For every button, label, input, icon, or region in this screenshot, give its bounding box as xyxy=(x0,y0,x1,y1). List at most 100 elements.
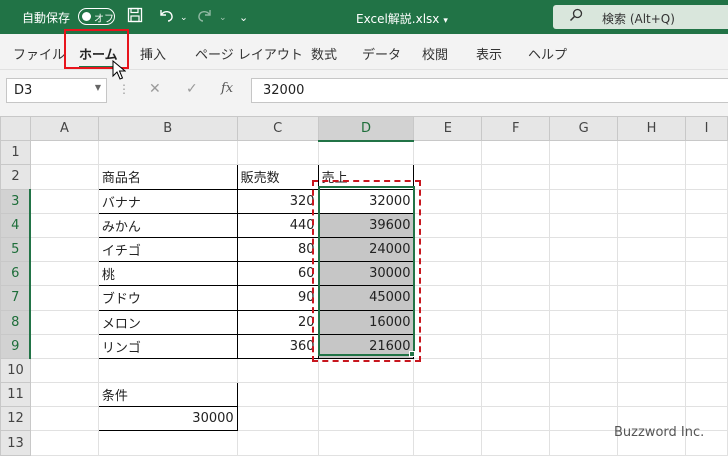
worksheet-grid[interactable]: A B C D E F G H I 1 2 商品名 販売数 売上 3 バナナ 3… xyxy=(0,115,728,460)
chevron-down-icon[interactable]: ▼ xyxy=(95,83,101,92)
table-cell[interactable]: みかん xyxy=(97,212,238,238)
table-cell[interactable]: 80 xyxy=(236,236,319,263)
cell[interactable] xyxy=(617,382,686,408)
cell[interactable] xyxy=(685,357,728,384)
cell[interactable] xyxy=(481,382,551,408)
cell[interactable] xyxy=(413,140,483,166)
cell[interactable] xyxy=(317,382,415,408)
cell[interactable] xyxy=(617,285,686,311)
selected-cell[interactable]: 16000 xyxy=(317,309,415,335)
row-header[interactable]: 10 xyxy=(0,357,31,384)
cell[interactable] xyxy=(236,406,319,432)
condition-label-cell[interactable]: 条件 xyxy=(97,382,238,408)
cell[interactable] xyxy=(481,164,551,190)
column-header[interactable]: F xyxy=(481,115,551,142)
cell[interactable] xyxy=(549,212,619,238)
table-cell[interactable]: 90 xyxy=(236,285,319,311)
cell[interactable] xyxy=(549,285,619,311)
cell[interactable] xyxy=(481,140,551,166)
cell[interactable] xyxy=(29,188,99,214)
cell[interactable] xyxy=(481,188,551,214)
cell[interactable] xyxy=(29,333,99,359)
column-header[interactable]: I xyxy=(685,115,728,142)
more-options-icon[interactable]: ⋮ xyxy=(118,82,130,96)
selected-cell[interactable]: 24000 xyxy=(317,236,415,263)
table-cell[interactable]: イチゴ xyxy=(97,236,238,263)
selected-cell[interactable]: 39600 xyxy=(317,212,415,238)
name-box[interactable]: D3 ▼ xyxy=(6,78,107,103)
cell[interactable] xyxy=(685,188,728,214)
cell[interactable] xyxy=(97,140,238,166)
cell[interactable] xyxy=(236,382,319,408)
cell[interactable] xyxy=(549,188,619,214)
selected-cell[interactable]: 45000 xyxy=(317,285,415,311)
condition-value-cell[interactable]: 30000 xyxy=(97,406,238,432)
table-cell[interactable]: 360 xyxy=(236,333,319,359)
row-header[interactable]: 3 xyxy=(0,188,32,214)
tab-insert[interactable]: 挿入 xyxy=(140,44,166,63)
row-header[interactable]: 8 xyxy=(0,309,32,335)
row-header[interactable]: 4 xyxy=(0,212,32,238)
cell[interactable] xyxy=(29,285,99,311)
selected-cell[interactable]: 30000 xyxy=(317,261,415,287)
undo-dropdown-icon[interactable]: ⌄ xyxy=(180,9,188,27)
save-icon[interactable] xyxy=(127,7,143,27)
cell[interactable] xyxy=(549,309,619,335)
cell[interactable] xyxy=(29,406,99,432)
cell[interactable] xyxy=(413,285,483,311)
cell[interactable] xyxy=(549,430,619,456)
autosave-toggle[interactable]: オフ xyxy=(78,8,115,25)
cell[interactable] xyxy=(413,333,483,359)
cell[interactable] xyxy=(685,382,728,408)
row-header[interactable]: 7 xyxy=(0,285,32,311)
table-cell[interactable]: 320 xyxy=(236,188,319,214)
redo-dropdown-icon[interactable]: ⌄ xyxy=(219,9,227,27)
cell[interactable] xyxy=(617,164,686,190)
table-cell[interactable]: バナナ xyxy=(97,188,238,214)
cell[interactable] xyxy=(685,285,728,311)
formula-input[interactable]: 32000 xyxy=(251,78,728,103)
cell[interactable] xyxy=(685,140,728,166)
cell[interactable] xyxy=(317,357,415,384)
search-box[interactable]: 検索 (Alt+Q) xyxy=(553,5,728,29)
table-cell[interactable]: 桃 xyxy=(97,261,238,287)
active-cell[interactable]: 32000 xyxy=(317,188,415,214)
cell[interactable] xyxy=(685,333,728,359)
cell[interactable] xyxy=(617,236,686,263)
tab-formulas[interactable]: 数式 xyxy=(311,44,337,63)
cell[interactable] xyxy=(685,236,728,263)
row-header[interactable]: 1 xyxy=(0,140,31,166)
table-cell[interactable]: ブドウ xyxy=(97,285,238,311)
cell[interactable] xyxy=(549,406,619,432)
cell[interactable] xyxy=(481,406,551,432)
cell[interactable] xyxy=(549,382,619,408)
row-header[interactable]: 9 xyxy=(0,333,32,359)
row-header[interactable]: 6 xyxy=(0,261,32,287)
tab-review[interactable]: 校閲 xyxy=(422,44,448,63)
row-header[interactable]: 13 xyxy=(0,430,31,456)
cell[interactable] xyxy=(236,430,319,456)
cell[interactable] xyxy=(317,430,415,456)
document-title[interactable]: Excel解説.xlsx ▾ xyxy=(356,10,448,27)
cell[interactable] xyxy=(413,236,483,263)
select-all-corner[interactable] xyxy=(0,115,31,142)
cell[interactable] xyxy=(29,164,99,190)
cell[interactable] xyxy=(481,333,551,359)
cell[interactable] xyxy=(29,357,99,384)
table-cell[interactable]: 20 xyxy=(236,309,319,335)
cell[interactable] xyxy=(617,309,686,335)
insert-function-button[interactable]: fx xyxy=(221,81,233,96)
cell[interactable] xyxy=(617,357,686,384)
table-cell[interactable]: リンゴ xyxy=(97,333,238,359)
row-header[interactable]: 11 xyxy=(0,382,31,408)
cell[interactable] xyxy=(685,164,728,190)
cell[interactable] xyxy=(29,261,99,287)
column-header[interactable]: G xyxy=(549,115,619,142)
cell[interactable] xyxy=(236,140,319,166)
column-header[interactable]: A xyxy=(29,115,99,142)
cell[interactable] xyxy=(413,357,483,384)
redo-icon[interactable] xyxy=(196,7,214,27)
cell[interactable] xyxy=(413,261,483,287)
cell[interactable] xyxy=(413,382,483,408)
column-header[interactable]: H xyxy=(617,115,686,142)
